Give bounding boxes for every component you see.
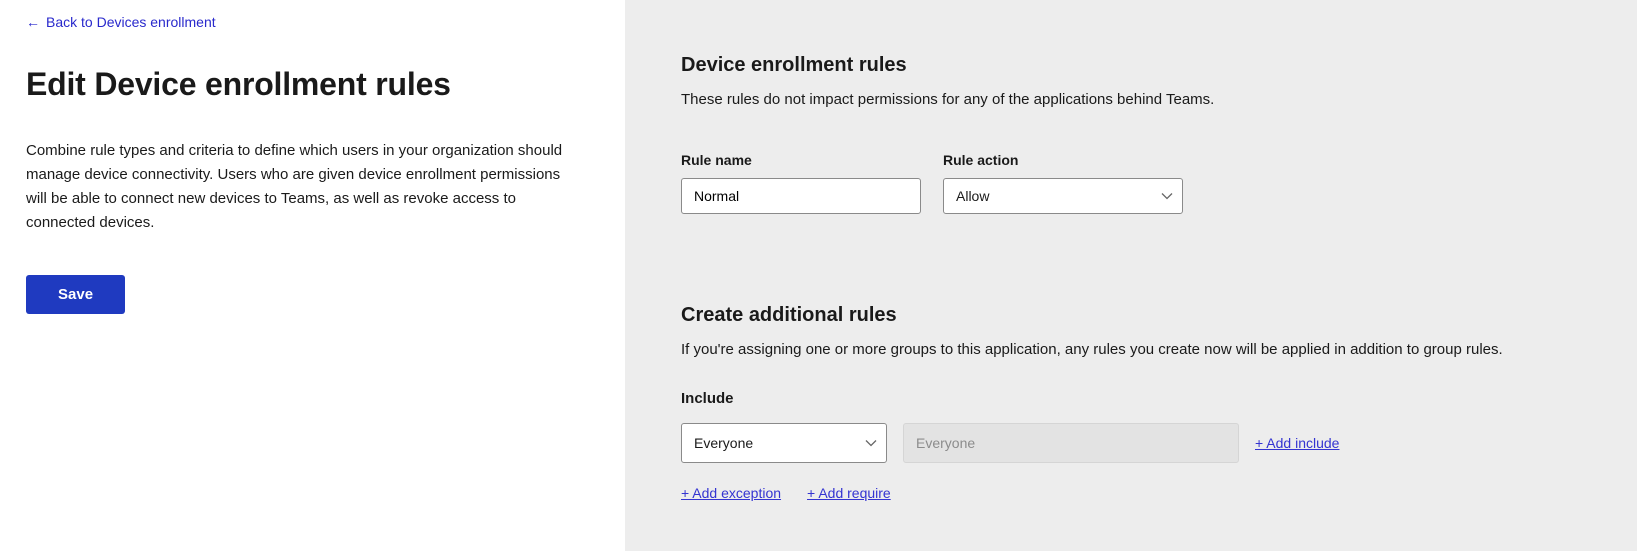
additional-rules-heading: Create additional rules [681,304,1589,327]
rule-name-input[interactable] [681,178,921,214]
page-description: Combine rule types and criteria to defin… [26,139,566,235]
rule-name-field: Rule name [681,152,921,214]
enrollment-rules-desc: These rules do not impact permissions fo… [681,91,1589,108]
left-pane: ← Back to Devices enrollment Edit Device… [0,0,625,551]
rule-action-select[interactable]: Allow [943,178,1183,214]
include-select[interactable]: Everyone [681,423,887,463]
rule-name-label: Rule name [681,152,921,168]
back-link[interactable]: ← Back to Devices enrollment [26,14,216,30]
include-label: Include [681,390,1589,407]
rule-form-row: Rule name Rule action Allow [681,152,1589,214]
add-include-link[interactable]: + Add include [1255,435,1339,451]
rule-action-field: Rule action Allow [943,152,1183,214]
include-value-input[interactable] [903,423,1239,463]
save-button[interactable]: Save [26,275,125,314]
page-title: Edit Device enrollment rules [26,66,599,103]
enrollment-rules-heading: Device enrollment rules [681,54,1589,77]
back-link-label: Back to Devices enrollment [46,14,216,30]
add-links-row: + Add exception + Add require [681,485,1589,501]
add-require-link[interactable]: + Add require [807,485,891,501]
include-row: Everyone + Add include [681,423,1589,463]
right-pane: Device enrollment rules These rules do n… [625,0,1637,551]
rule-action-label: Rule action [943,152,1183,168]
additional-rules-desc: If you're assigning one or more groups t… [681,341,1589,358]
arrow-left-icon: ← [26,14,40,30]
add-exception-link[interactable]: + Add exception [681,485,781,501]
